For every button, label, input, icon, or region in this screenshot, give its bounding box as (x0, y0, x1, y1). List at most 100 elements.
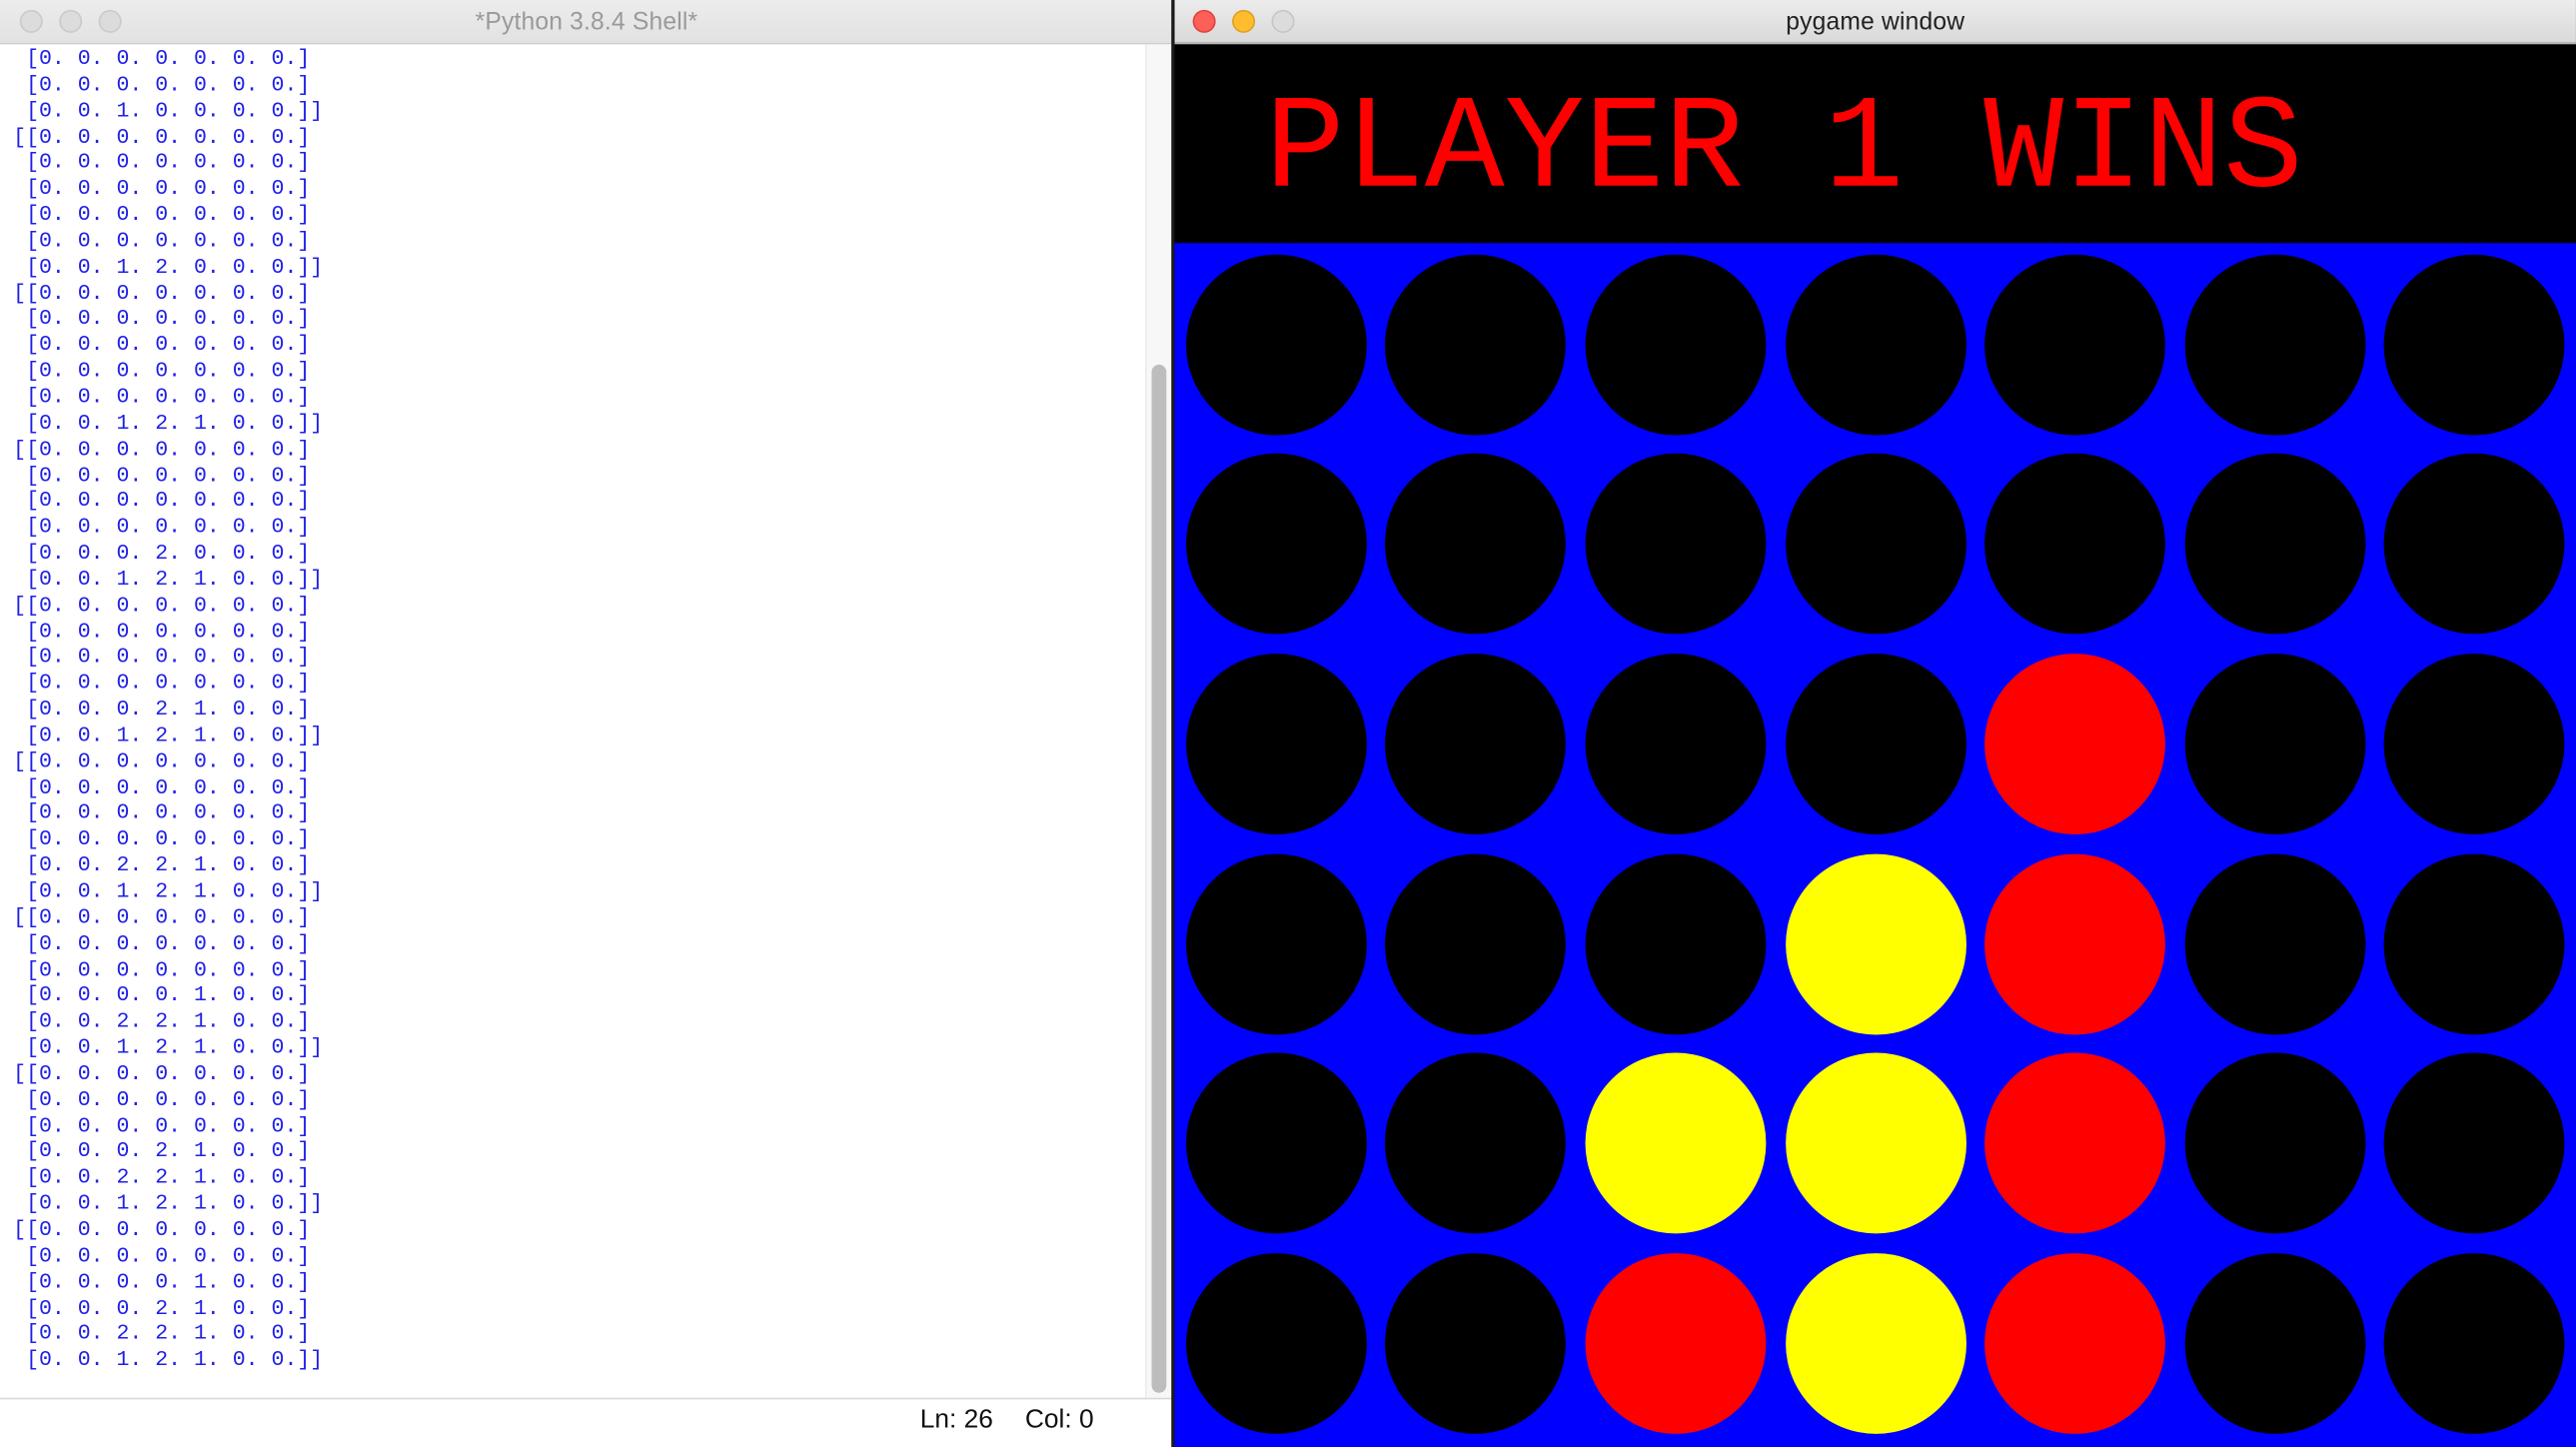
shell-output-line: [0. 0. 2. 2. 1. 0. 0.] (13, 1008, 311, 1034)
shell-output-line: [0. 0. 0. 0. 0. 0. 0.] (13, 384, 311, 410)
board-cell-empty (2384, 454, 2566, 636)
board-cell-empty (1585, 454, 1767, 636)
shell-output-line: [0. 0. 0. 0. 0. 0. 0.] (13, 800, 311, 825)
game-board[interactable] (1174, 243, 2576, 1447)
pygame-window-title: pygame window (1786, 8, 1965, 37)
shell-output-line: [0. 0. 2. 2. 1. 0. 0.] (13, 1164, 311, 1190)
board-cell-empty (2184, 454, 2366, 636)
board-cell-empty (1385, 853, 1567, 1034)
shell-output-line: [0. 0. 0. 0. 0. 0. 0.] (13, 930, 311, 956)
shell-output-line: [[0. 0. 0. 0. 0. 0. 0.] (13, 1060, 311, 1086)
board-cell-empty (1984, 254, 2166, 436)
shell-output-line: [0. 0. 0. 0. 0. 0. 0.] (13, 46, 311, 71)
board-cell-empty (1185, 254, 1367, 436)
board-cell-empty (2384, 254, 2566, 436)
shell-titlebar[interactable]: *Python 3.8.4 Shell* (0, 0, 1173, 45)
board-cell-empty (2384, 1252, 2566, 1434)
board-cell-empty (1385, 454, 1567, 636)
desktop: *Python 3.8.4 Shell* [0. 0. 0. 0. 0. 0. … (0, 0, 2576, 1447)
shell-output-line: [0. 0. 1. 2. 1. 0. 0.]] (13, 410, 324, 436)
board-cell-red (1984, 654, 2166, 834)
board-cell-empty (1385, 254, 1567, 436)
board-cell-empty (1984, 454, 2166, 636)
shell-output-line: [0. 0. 1. 2. 1. 0. 0.]] (13, 723, 324, 747)
shell-output[interactable]: [0. 0. 0. 0. 0. 0. 0.] [0. 0. 0. 0. 0. 0… (13, 46, 323, 1373)
status-line-number: Ln: 26 (919, 1405, 993, 1434)
shell-output-line: [0. 0. 0. 0. 0. 0. 0.] (13, 1086, 311, 1112)
shell-output-line: [0. 0. 0. 0. 0. 0. 0.] (13, 1112, 311, 1138)
board-cell-red (1984, 1052, 2166, 1234)
board-cell-empty (1185, 454, 1367, 636)
shell-output-line: [0. 0. 2. 2. 1. 0. 0.] (13, 852, 311, 877)
shell-output-line: [0. 0. 1. 2. 1. 0. 0.]] (13, 566, 324, 592)
shell-output-line: [0. 0. 0. 0. 0. 0. 0.] (13, 1242, 311, 1268)
scrollbar-thumb[interactable] (1151, 364, 1167, 1393)
shell-output-line: [0. 0. 1. 0. 0. 0. 0.]] (13, 98, 324, 123)
shell-output-line: [0. 0. 0. 0. 0. 0. 0.] (13, 332, 311, 358)
shell-statusbar: Ln: 26 Col: 0 (0, 1397, 1173, 1447)
board-cell-yellow (1785, 1252, 1966, 1434)
shell-output-line: [0. 0. 0. 0. 0. 0. 0.] (13, 670, 311, 696)
shell-window-title: *Python 3.8.4 Shell* (475, 8, 698, 37)
shell-output-line: [0. 0. 0. 0. 0. 0. 0.] (13, 306, 311, 332)
board-cell-red (1585, 1252, 1767, 1434)
board-cell-empty (1785, 254, 1966, 436)
board-cell-yellow (1785, 853, 1966, 1034)
shell-output-line: [[0. 0. 0. 0. 0. 0. 0.] (13, 1216, 311, 1242)
board-cell-empty (1385, 1252, 1567, 1434)
python-shell-window[interactable]: *Python 3.8.4 Shell* [0. 0. 0. 0. 0. 0. … (0, 0, 1173, 1447)
board-cell-empty (1185, 1252, 1367, 1434)
win-message: PLAYER 1 WINS (1264, 77, 2303, 227)
shell-scrollbar[interactable] (1144, 44, 1172, 1398)
board-cell-yellow (1585, 1052, 1767, 1234)
board-cell-empty (2184, 1252, 2366, 1434)
shell-output-line: [0. 0. 1. 2. 1. 0. 0.]] (13, 1190, 324, 1216)
shell-output-line: [[0. 0. 0. 0. 0. 0. 0.] (13, 436, 311, 462)
board-cell-empty (2184, 853, 2366, 1034)
shell-output-line: [0. 0. 0. 0. 0. 0. 0.] (13, 644, 311, 670)
board-cell-empty (2184, 254, 2366, 436)
board-cell-empty (2184, 1052, 2366, 1234)
shell-output-line: [0. 0. 0. 0. 0. 0. 0.] (13, 488, 311, 514)
board-cell-empty (2384, 853, 2566, 1034)
shell-output-line: [0. 0. 0. 0. 0. 0. 0.] (13, 176, 311, 201)
game-header: PLAYER 1 WINS (1174, 44, 2576, 244)
board-cell-empty (1385, 654, 1567, 834)
shell-output-line: [0. 0. 0. 0. 0. 0. 0.] (13, 462, 311, 488)
board-cell-empty (1585, 853, 1767, 1034)
shell-output-line: [0. 0. 0. 0. 0. 0. 0.] (13, 358, 311, 384)
shell-output-line: [[0. 0. 0. 0. 0. 0. 0.] (13, 904, 311, 930)
board-cell-empty (1385, 1052, 1567, 1234)
shell-output-line: [[0. 0. 0. 0. 0. 0. 0.] (13, 748, 311, 773)
shell-output-line: [0. 0. 0. 0. 0. 0. 0.] (13, 618, 311, 644)
board-cell-empty (1585, 254, 1767, 436)
board-cell-red (1984, 853, 2166, 1034)
shell-output-line: [0. 0. 0. 0. 0. 0. 0.] (13, 956, 311, 982)
shell-output-line: [0. 0. 1. 2. 1. 0. 0.]] (13, 1034, 324, 1060)
shell-output-line: [0. 0. 0. 2. 0. 0. 0.] (13, 540, 311, 566)
pygame-window[interactable]: pygame window PLAYER 1 WINS (1174, 0, 2576, 1447)
board-cell-empty (1185, 1052, 1367, 1234)
shell-output-line: [0. 0. 1. 2. 1. 0. 0.]] (13, 878, 324, 903)
shell-output-line: [[0. 0. 0. 0. 0. 0. 0.] (13, 592, 311, 618)
status-column-number: Col: 0 (1024, 1405, 1094, 1434)
board-cell-empty (1185, 853, 1367, 1034)
shell-output-line: [0. 0. 0. 0. 0. 0. 0.] (13, 72, 311, 97)
shell-output-line: [[0. 0. 0. 0. 0. 0. 0.] (13, 280, 311, 306)
shell-output-line: [0. 0. 0. 0. 0. 0. 0.] (13, 774, 311, 799)
shell-output-line: [0. 0. 0. 2. 1. 0. 0.] (13, 1138, 311, 1164)
pygame-titlebar[interactable]: pygame window (1174, 0, 2576, 45)
board-cell-red (1984, 1252, 2166, 1434)
shell-output-line: [0. 0. 0. 0. 1. 0. 0.] (13, 982, 311, 1008)
shell-output-line: [0. 0. 0. 0. 0. 0. 0.] (13, 514, 311, 540)
board-cell-empty (2384, 654, 2566, 834)
shell-output-line: [0. 0. 0. 0. 1. 0. 0.] (13, 1268, 311, 1294)
shell-output-line: [0. 0. 0. 0. 0. 0. 0.] (13, 202, 311, 227)
shell-output-line: [0. 0. 0. 0. 0. 0. 0.] (13, 228, 311, 253)
shell-output-line: [0. 0. 0. 0. 0. 0. 0.] (13, 150, 311, 175)
shell-output-line: [0. 0. 2. 2. 1. 0. 0.] (13, 1321, 311, 1346)
board-cell-empty (1185, 654, 1367, 834)
board-cell-empty (1585, 654, 1767, 834)
shell-output-line: [0. 0. 0. 2. 1. 0. 0.] (13, 1294, 311, 1320)
board-cell-empty (2184, 654, 2366, 834)
